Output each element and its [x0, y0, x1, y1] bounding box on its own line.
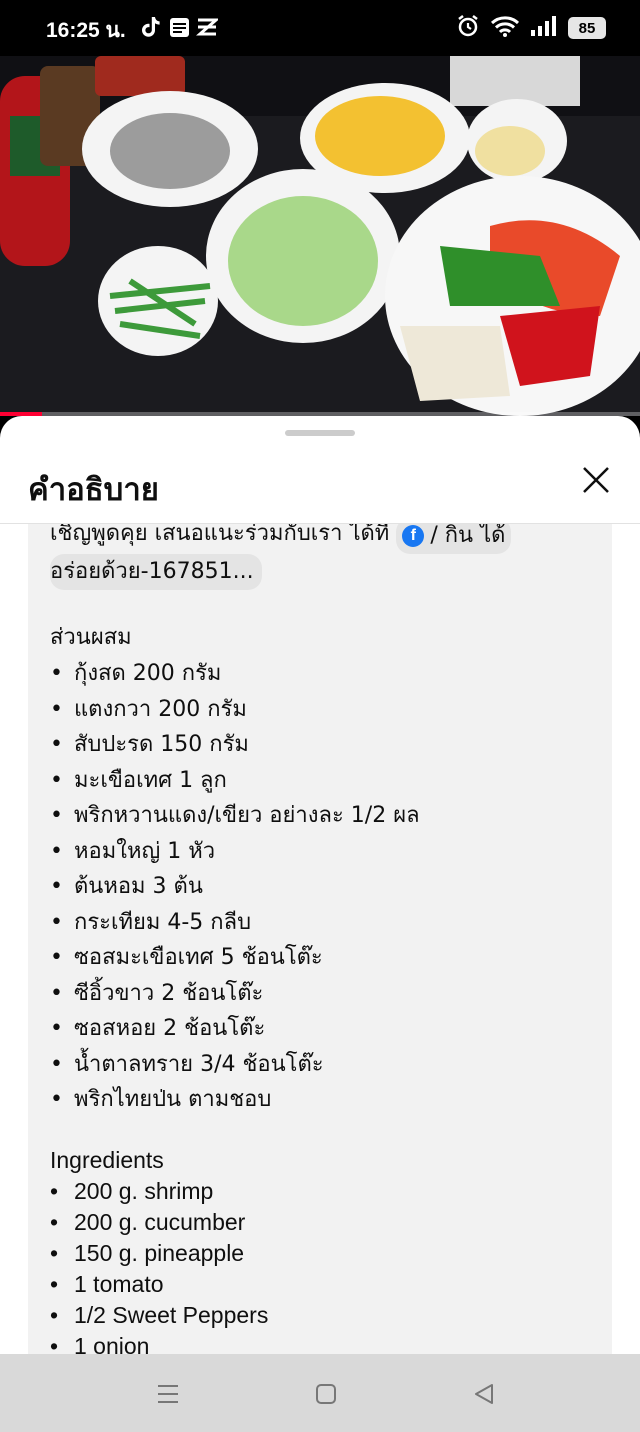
intro-line: เชิญพูดคุย เสนอแนะร่วมกับเรา ได้ที่ f / …: [50, 524, 610, 554]
description-box: เชิญพูดคุย เสนอแนะร่วมกับเรา ได้ที่ f / …: [28, 524, 612, 1354]
thai-ingredient-item: น้ำตาลทราย 3/4 ช้อนโต๊ะ: [50, 1047, 610, 1083]
thai-ingredient-item: หอมใหญ่ 1 หัว: [50, 834, 610, 870]
facebook-link-chip-continued[interactable]: อร่อยด้วย-167851...: [50, 554, 262, 590]
signal-icon: [530, 15, 558, 41]
english-ingredient-item: 150 g. pineapple: [50, 1238, 610, 1269]
close-button[interactable]: [576, 460, 616, 500]
thai-ingredient-item: กระเทียม 4-5 กลีบ: [50, 905, 610, 941]
thai-ingredient-item: ซอสหอย 2 ช้อนโต๊ะ: [50, 1011, 610, 1047]
facebook-link-text-2: อร่อยด้วย-167851...: [50, 559, 254, 584]
thai-ingredient-item: สับปะรด 150 กรัม: [50, 727, 610, 763]
thai-ingredient-item: ซอสมะเขือเทศ 5 ช้อนโต๊ะ: [50, 940, 610, 976]
back-button[interactable]: [468, 1378, 500, 1410]
video-frame-image: [0, 56, 640, 416]
english-ingredient-item: 1 onion: [50, 1331, 610, 1355]
description-sheet: คำอธิบาย เชิญพูดคุย เสนอแนะร่วมกับเรา ได…: [0, 416, 640, 1354]
alarm-icon: [456, 14, 480, 42]
intro-line-2: อร่อยด้วย-167851...: [50, 554, 610, 590]
thai-ingredient-item: ซีอิ้วขาว 2 ช้อนโต๊ะ: [50, 976, 610, 1012]
home-icon: [316, 1384, 336, 1404]
recent-apps-button[interactable]: [152, 1378, 184, 1410]
status-right-group: 85: [456, 14, 606, 42]
intro-text: เชิญพูดคุย เสนอแนะร่วมกับเรา ได้ที่: [50, 524, 390, 546]
english-section-title: Ingredients: [50, 1146, 164, 1173]
app-icon-2: [196, 16, 218, 38]
thai-ingredient-item: กุ้งสด 200 กรัม: [50, 656, 610, 692]
english-ingredient-item: 200 g. shrimp: [50, 1176, 610, 1207]
status-bar: 16:25 น. 85: [0, 0, 640, 56]
battery-icon: 85: [568, 17, 606, 39]
video-player[interactable]: [0, 56, 640, 416]
facebook-link-chip[interactable]: f / กิน ได้: [396, 524, 512, 554]
facebook-link-text: / กิน ได้: [430, 524, 506, 548]
thai-ingredient-item: แตงกวา 200 กรัม: [50, 692, 610, 728]
thai-ingredient-item: พริกหวานแดง/เขียว อย่างละ 1/2 ผล: [50, 798, 610, 834]
sheet-title: คำอธิบาย: [28, 472, 159, 508]
close-icon: [583, 467, 609, 493]
english-ingredient-item: 1/2 Sweet Peppers: [50, 1300, 610, 1331]
drag-handle[interactable]: [285, 430, 355, 436]
app-icon: [168, 16, 190, 38]
wifi-icon: [490, 15, 520, 41]
english-ingredient-item: 200 g. cucumber: [50, 1207, 610, 1238]
menu-icon: [158, 1385, 178, 1403]
thai-ingredient-item: ต้นหอม 3 ต้น: [50, 869, 610, 905]
facebook-icon: f: [402, 525, 425, 547]
tiktok-icon: [140, 16, 162, 38]
back-icon: [475, 1384, 493, 1404]
english-ingredient-item: 1 tomato: [50, 1269, 610, 1300]
thai-ingredient-list: กุ้งสด 200 กรัมแตงกวา 200 กรัมสับปะรด 15…: [50, 656, 610, 1118]
english-ingredient-list: 200 g. shrimp200 g. cucumber150 g. pinea…: [50, 1176, 610, 1355]
status-time: 16:25 น.: [46, 19, 126, 42]
thai-ingredient-item: พริกไทยป่น ตามชอบ: [50, 1082, 610, 1118]
home-button[interactable]: [310, 1378, 342, 1410]
description-text: เชิญพูดคุย เสนอแนะร่วมกับเรา ได้ที่ f / …: [50, 524, 610, 1354]
thai-section-title: ส่วนผสม: [50, 625, 132, 650]
system-nav-bar: [0, 1354, 640, 1432]
thai-ingredient-item: มะเขือเทศ 1 ลูก: [50, 763, 610, 799]
